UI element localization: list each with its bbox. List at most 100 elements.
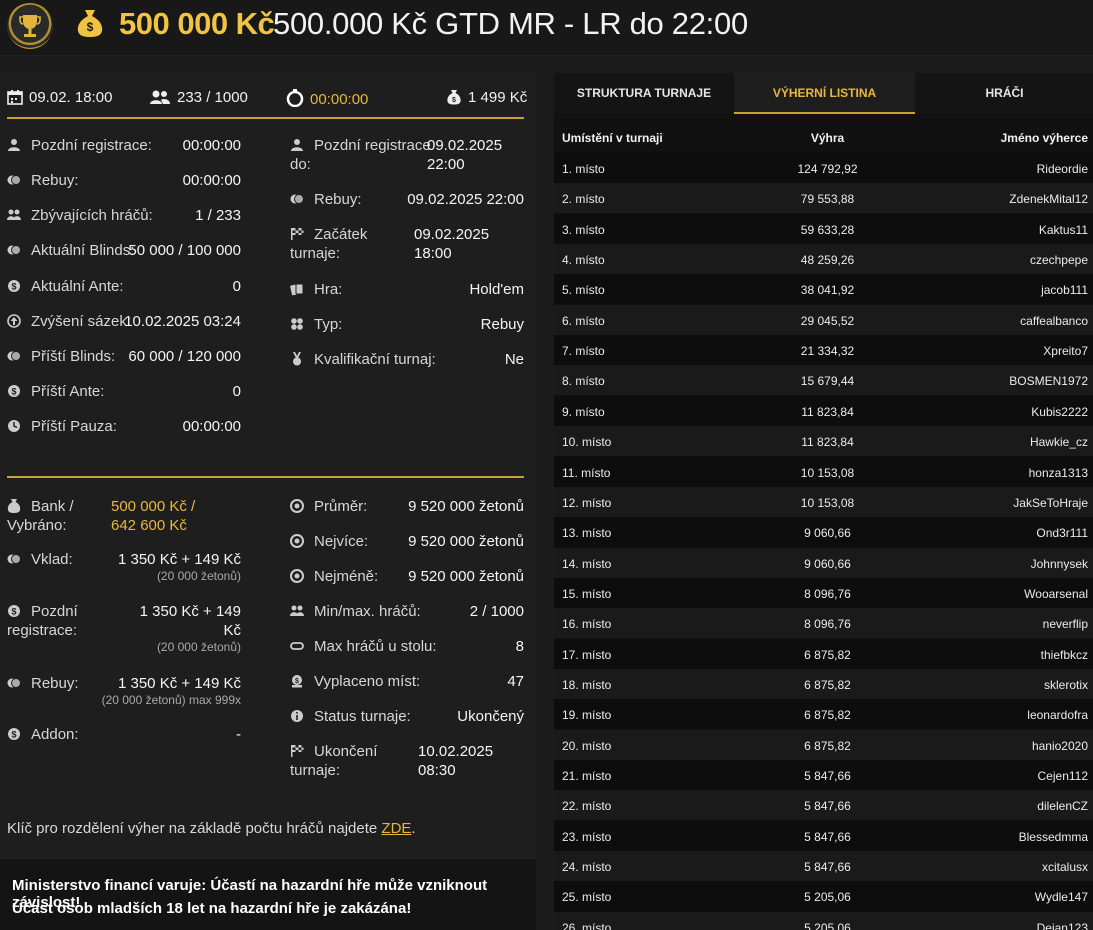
rebuy-price-value: 1 350 Kč + 149 Kč (20 000 žetonů) max 999… bbox=[101, 675, 241, 707]
chips-icon bbox=[290, 194, 304, 204]
late-reg-price-label: $ Pozdní registrace: bbox=[7, 603, 78, 639]
bank-label: Bank / Vybráno: bbox=[7, 498, 74, 534]
trophy-logo-icon[interactable] bbox=[7, 3, 53, 49]
cell-name: hanio2020 bbox=[1031, 738, 1088, 753]
next-ante-value: 0 bbox=[232, 383, 241, 400]
max-stack-label: Nejvíce: bbox=[290, 532, 368, 551]
table-row: 11. místo 10 153,08 honza1313 bbox=[554, 456, 1093, 487]
table-size-label: Max hráčů u stolu: bbox=[290, 637, 437, 656]
game-label: Hra: bbox=[290, 280, 342, 299]
cell-win: 5 847,66 bbox=[804, 769, 851, 783]
payout-key-link[interactable]: ZDE bbox=[381, 820, 411, 837]
table-row: 17. místo 6 875,82 thiefbkcz bbox=[554, 638, 1093, 669]
average-stack-value: 9 520 000 žetonů bbox=[408, 498, 524, 515]
deposit-value: 1 350 Kč + 149 Kč (20 000 žetonů) bbox=[117, 551, 241, 583]
deposit-label: Vklad: bbox=[7, 550, 73, 569]
suits-icon bbox=[291, 318, 303, 330]
table-row: 19. místo 6 875,82 leonardofra bbox=[554, 699, 1093, 730]
tab-bar: STRUKTURA TURNAJE VÝHERNÍ LISTINA HRÁČI bbox=[554, 73, 1093, 114]
late-reg-until-value: 09.02.2025 22:00 bbox=[427, 137, 503, 173]
type-label: Typ: bbox=[290, 315, 342, 334]
svg-text:$: $ bbox=[452, 97, 456, 104]
paid-places-value: 47 bbox=[507, 673, 524, 690]
user-icon bbox=[8, 139, 20, 151]
average-stack-label: Průměr: bbox=[290, 497, 367, 516]
type-value: Rebuy bbox=[480, 316, 524, 333]
warning-line-2: Účast osob mladších 18 let na hazardní h… bbox=[12, 900, 412, 917]
table-row: 8. místo 15 679,44 BOSMEN1972 bbox=[554, 365, 1093, 396]
timer-stat: 00:00:00 bbox=[286, 89, 368, 108]
table-row: 13. místo 9 060,66 Ond3r111 bbox=[554, 517, 1093, 548]
addon-value: - bbox=[236, 726, 241, 743]
qualification-value: Ne bbox=[504, 351, 524, 368]
cell-place: 22. místo bbox=[562, 799, 612, 814]
cell-win: 5 847,66 bbox=[804, 829, 851, 844]
min-max-players-label: Min/max. hráčů: bbox=[290, 602, 421, 621]
tab-players[interactable]: HRÁČI bbox=[916, 73, 1093, 114]
calendar-icon bbox=[7, 90, 23, 105]
info-icon bbox=[291, 710, 303, 722]
qualification-label: Kvalifikační turnaj: bbox=[290, 350, 436, 369]
cell-place: 23. místo bbox=[562, 829, 612, 844]
cell-win: 15 679,44 bbox=[800, 374, 855, 389]
cell-name: Wooarsenal bbox=[1024, 586, 1088, 601]
remaining-players-value: 1 / 233 bbox=[195, 207, 241, 224]
cell-place: 6. místo bbox=[562, 313, 605, 328]
table-row: 1. místo 124 792,92 Rideordie bbox=[554, 153, 1093, 183]
rebuy-until-value: 09.02.2025 22:00 bbox=[407, 191, 524, 208]
coin-icon: $ bbox=[8, 385, 20, 397]
chips-icon bbox=[7, 245, 21, 255]
money-bag-icon bbox=[7, 499, 21, 513]
cell-name: xcitalusx bbox=[1041, 860, 1088, 875]
cell-win: 79 553,88 bbox=[800, 192, 855, 207]
users-icon bbox=[290, 605, 304, 616]
tab-payouts[interactable]: VÝHERNÍ LISTINA bbox=[734, 73, 915, 114]
current-ante-value: 0 bbox=[232, 278, 241, 295]
cell-name: Xpreito7 bbox=[1043, 344, 1088, 359]
header-win: Výhra bbox=[810, 131, 845, 145]
cell-place: 25. místo bbox=[562, 890, 612, 905]
cell-place: 18. místo bbox=[562, 677, 612, 692]
page-header: $ 500 000 Kč 500.000 Kč GTD MR - LR do 2… bbox=[0, 0, 1093, 56]
end-value: 10.02.2025 08:30 bbox=[418, 743, 494, 779]
header-name: Jméno výherce bbox=[1000, 131, 1088, 145]
table-icon bbox=[290, 642, 304, 650]
next-ante-label: $ Příští Ante: bbox=[7, 382, 104, 401]
table-row: 21. místo 5 847,66 Cejen112 bbox=[554, 760, 1093, 790]
users-icon bbox=[7, 209, 21, 220]
chip-icon bbox=[290, 569, 304, 583]
cell-name: Ond3r111 bbox=[1036, 526, 1088, 541]
cell-win: 10 153,08 bbox=[800, 495, 855, 510]
payout-icon: $ bbox=[292, 675, 302, 688]
next-break-label: Příští Pauza: bbox=[7, 417, 117, 436]
flag-icon bbox=[291, 745, 304, 757]
cell-win: 9 060,66 bbox=[804, 526, 851, 541]
cell-name: JakSeToHraje bbox=[1013, 495, 1088, 510]
late-registration-value: 00:00:00 bbox=[182, 137, 241, 154]
cell-place: 9. místo bbox=[562, 404, 605, 419]
cell-place: 2. místo bbox=[562, 192, 605, 207]
start-value: 09.02.2025 18:00 bbox=[414, 226, 490, 262]
cell-name: leonardofra bbox=[1027, 708, 1088, 723]
rebuy-until-label: Rebuy: bbox=[290, 190, 362, 209]
min-stack-value: 9 520 000 žetonů bbox=[408, 568, 524, 585]
tab-structure[interactable]: STRUKTURA TURNAJE bbox=[554, 73, 734, 114]
end-label: Ukončení turnaje: bbox=[290, 743, 378, 779]
cell-win: 11 823,84 bbox=[801, 435, 854, 450]
payout-panel: STRUKTURA TURNAJE VÝHERNÍ LISTINA HRÁČI … bbox=[554, 73, 1093, 930]
cell-name: Johnnysek bbox=[1030, 556, 1088, 571]
table-row: 18. místo 6 875,82 sklerotix bbox=[554, 668, 1093, 699]
svg-text:$: $ bbox=[11, 282, 16, 292]
cell-name: ZdenekMital12 bbox=[1009, 192, 1088, 207]
arrow-up-icon bbox=[7, 314, 21, 328]
tournament-prize: 500 000 Kč bbox=[119, 6, 275, 41]
table-row: 4. místo 48 259,26 czechpepe bbox=[554, 244, 1093, 275]
rebuy-time-value: 00:00:00 bbox=[182, 172, 241, 189]
cell-place: 3. místo bbox=[562, 222, 605, 237]
status-value: Ukončený bbox=[457, 708, 524, 725]
users-icon bbox=[150, 90, 170, 104]
cell-win: 6 875,82 bbox=[804, 647, 851, 662]
cell-place: 13. místo bbox=[562, 526, 612, 541]
cell-place: 14. místo bbox=[562, 556, 612, 571]
min-max-players-value: 2 / 1000 bbox=[469, 603, 524, 620]
